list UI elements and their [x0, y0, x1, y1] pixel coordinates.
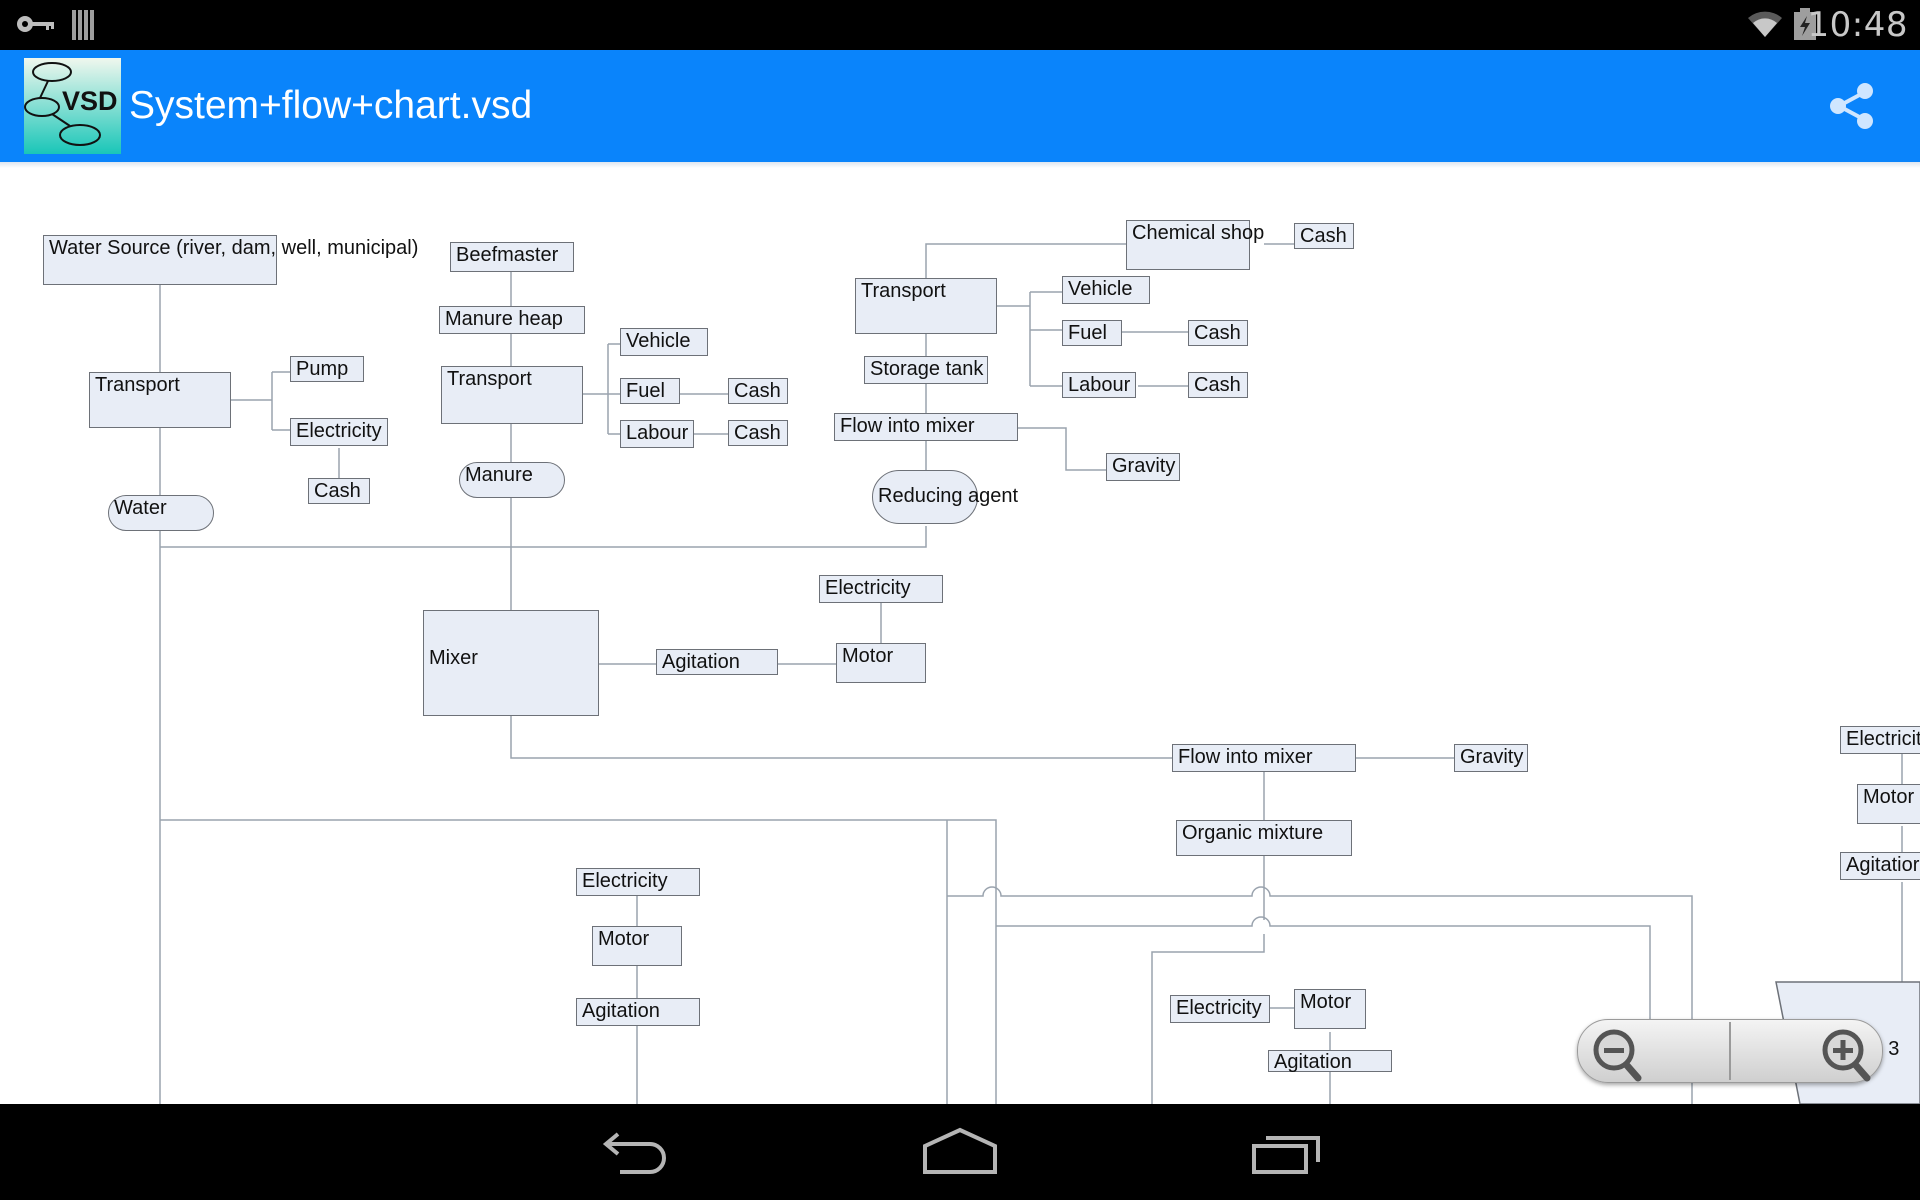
node-fuel-2[interactable]: Fuel	[1062, 320, 1122, 346]
connector	[160, 819, 997, 1104]
vpn-key-icon	[17, 16, 54, 32]
share-button[interactable]	[1824, 78, 1880, 134]
node-manure-heap[interactable]: Manure heap	[439, 306, 585, 334]
node-transport-2[interactable]: Transport	[441, 366, 583, 424]
connector	[230, 371, 290, 431]
node-motor-4[interactable]: Motor	[1857, 784, 1920, 824]
back-button[interactable]	[590, 1124, 680, 1180]
barcode-icon	[72, 10, 94, 40]
node-water-source[interactable]: Water Source (river, dam, well, municipa…	[43, 235, 418, 285]
node-cash-2[interactable]: Cash	[728, 378, 788, 404]
node-chemical-shop[interactable]: Chemical shop	[1126, 220, 1264, 270]
node-agitation-1[interactable]: Agitation	[656, 649, 778, 675]
node-labour-2[interactable]: Labour	[1062, 372, 1136, 398]
connector	[996, 291, 1062, 387]
vsd-logo-icon: VSD	[24, 62, 118, 146]
node-electricity-1[interactable]: Electricity	[290, 418, 388, 446]
connector	[160, 526, 927, 548]
connector	[925, 243, 1126, 278]
node-agitation-4[interactable]: Agitatior	[1840, 852, 1920, 880]
node-cash-4[interactable]: Cash	[1294, 223, 1354, 249]
share-icon	[1830, 83, 1873, 129]
wifi-icon	[1748, 11, 1782, 37]
node-transport-1[interactable]: Transport	[89, 372, 231, 428]
node-electricity-4[interactable]: Electricity	[1170, 995, 1270, 1023]
zoom-controls	[1577, 1019, 1883, 1083]
node-motor-1[interactable]: Motor	[836, 643, 926, 683]
node-fuel-1[interactable]: Fuel	[620, 378, 680, 404]
connector	[582, 343, 620, 435]
navigation-bar	[0, 1104, 1920, 1200]
home-button[interactable]	[915, 1124, 1005, 1180]
node-agitation-3[interactable]: Agitation	[1268, 1050, 1392, 1073]
node-cash-1[interactable]: Cash	[308, 478, 370, 504]
zoom-out-icon	[1593, 1029, 1642, 1082]
node-electricity-5[interactable]: Electricit	[1840, 726, 1920, 754]
node-vehicle-2[interactable]: Vehicle	[1062, 276, 1150, 304]
node-motor-2[interactable]: Motor	[592, 926, 682, 966]
node-cash-6[interactable]: Cash	[1188, 372, 1248, 398]
node-manure[interactable]: Manure	[459, 462, 565, 498]
node-cash-3[interactable]: Cash	[728, 420, 788, 446]
document-title: System+flow+chart.vsd	[129, 84, 533, 127]
home-icon	[923, 1127, 997, 1174]
node-flow-into-mixer-1[interactable]: Flow into mixer	[834, 413, 1018, 441]
node-cash-5[interactable]: Cash	[1188, 320, 1248, 346]
node-mixer[interactable]: Mixer	[423, 610, 599, 716]
node-electricity-3[interactable]: Electricity	[576, 868, 700, 896]
node-labour-1[interactable]: Labour	[620, 420, 694, 448]
node-electricity-2[interactable]: Electricity	[819, 575, 943, 603]
connector	[510, 716, 1174, 759]
back-icon	[602, 1132, 666, 1174]
zoom-out-button[interactable]	[1578, 1020, 1729, 1082]
node-beefmaster[interactable]: Beefmaster	[450, 242, 574, 272]
app-bar: VSD System+flow+chart.vsd	[0, 50, 1920, 162]
logo-text: VSD	[62, 86, 118, 116]
node-pump[interactable]: Pump	[290, 356, 364, 382]
node-flow-into-mixer-2[interactable]: Flow into mixer	[1172, 744, 1356, 772]
node-gravity-1[interactable]: Gravity	[1106, 453, 1180, 481]
zoom-in-button[interactable]	[1731, 1020, 1882, 1082]
node-water[interactable]: Water	[108, 495, 214, 531]
node-organic-mixture[interactable]: Organic mixture	[1176, 820, 1352, 856]
recent-apps-icon	[1252, 1136, 1320, 1174]
connector	[1016, 427, 1106, 471]
zoom-in-icon	[1822, 1029, 1871, 1082]
clock: 10:48	[1807, 5, 1908, 45]
node-reducing-agent[interactable]: Reducing agent	[872, 470, 1018, 524]
diagram-canvas[interactable]: Water Source (river, dam, well, municipa…	[0, 168, 1920, 1104]
node-motor-3[interactable]: Motor	[1294, 989, 1366, 1029]
app-logo: VSD	[24, 58, 121, 154]
status-bar: 10:48	[0, 0, 1920, 50]
recent-apps-button[interactable]	[1240, 1124, 1330, 1180]
node-gravity-2[interactable]: Gravity	[1454, 744, 1528, 772]
node-transport-3[interactable]: Transport	[855, 278, 997, 334]
node-agitation-2[interactable]: Agitation	[576, 998, 700, 1026]
node-storage-tank[interactable]: Storage tank	[864, 356, 988, 384]
node-vehicle-1[interactable]: Vehicle	[620, 328, 708, 356]
